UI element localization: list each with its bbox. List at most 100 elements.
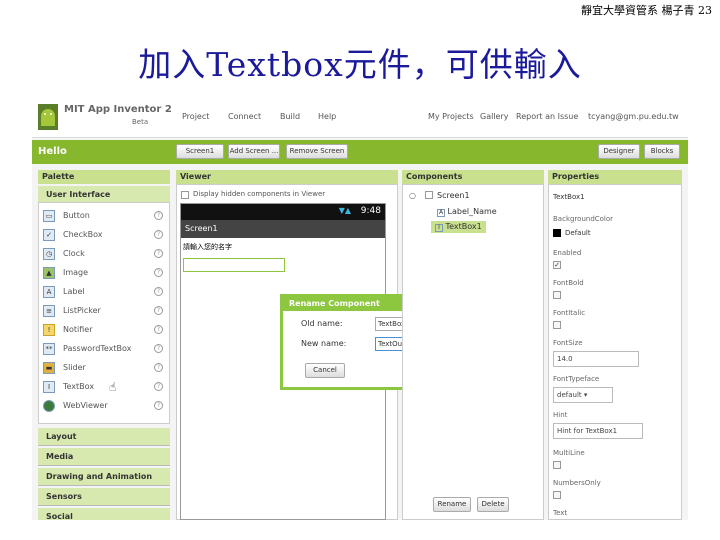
palette-item-label[interactable]: A Label ? <box>39 283 169 302</box>
properties-component-name: TextBox1 <box>553 193 585 201</box>
properties-header: Properties <box>548 170 682 184</box>
prop-multiline-checkbox[interactable] <box>553 461 561 469</box>
designer-button[interactable]: Designer <box>598 144 640 159</box>
viewer-header: Viewer <box>176 170 398 184</box>
prop-background-label: BackgroundColor <box>553 215 614 223</box>
help-icon[interactable]: ? <box>154 401 163 410</box>
label-name-component[interactable]: 請輸入您的名字 <box>183 242 232 252</box>
textbox-icon: I <box>43 381 55 393</box>
android-logo-icon <box>38 104 58 130</box>
app-inventor-screenshot: MIT App Inventor 2 Beta Project Connect … <box>32 98 688 520</box>
prop-typeface-label: FontTypeface <box>553 375 600 383</box>
screen-select-button[interactable]: Screen1 <box>176 144 224 159</box>
prop-fontsize-input[interactable]: 14.0 <box>553 351 639 367</box>
password-icon: ** <box>43 343 55 355</box>
palette-item-label: Notifier <box>63 325 93 334</box>
add-screen-button[interactable]: Add Screen ... <box>228 144 280 159</box>
phone-status-bar: 9:48 ▼▲ <box>181 204 385 220</box>
properties-panel: TextBox1 BackgroundColor Default Enabled… <box>548 184 682 520</box>
palette-section-social[interactable]: Social <box>38 508 170 520</box>
delete-button[interactable]: Delete <box>477 497 509 512</box>
palette-item-notifier[interactable]: ! Notifier ? <box>39 321 169 340</box>
phone-time: 9:48 <box>360 206 381 216</box>
prop-fontitalic-checkbox[interactable] <box>553 321 561 329</box>
menu-gallery[interactable]: Gallery <box>480 112 509 121</box>
tree-item-screen1[interactable]: Screen1 <box>437 191 470 200</box>
palette-item-image[interactable]: ▲ Image ? <box>39 264 169 283</box>
menu-build[interactable]: Build <box>280 112 300 121</box>
help-icon[interactable]: ? <box>154 287 163 296</box>
prop-typeface-select[interactable]: default ▾ <box>553 387 613 403</box>
prop-fontbold-checkbox[interactable] <box>553 291 561 299</box>
components-panel: ○ Screen1 A Label_Name I TextBox1 Rename… <box>402 184 544 520</box>
prop-hint-label: Hint <box>553 411 568 419</box>
button-icon: ▭ <box>43 210 55 222</box>
clock-icon: ◷ <box>43 248 55 260</box>
prop-typeface-value: default <box>557 391 582 399</box>
menu-my-projects[interactable]: My Projects <box>428 112 474 121</box>
palette-item-button[interactable]: ▭ Button ? <box>39 207 169 226</box>
help-icon[interactable]: ? <box>154 306 163 315</box>
tree-item-textbox1[interactable]: I TextBox1 <box>431 221 486 233</box>
tree-item-label-name[interactable]: A Label_Name <box>437 207 497 217</box>
palette-item-label: Button <box>63 211 90 220</box>
prop-enabled-label: Enabled <box>553 249 582 257</box>
palette-section-sensors[interactable]: Sensors <box>38 488 170 506</box>
palette-section-drawing[interactable]: Drawing and Animation <box>38 468 170 486</box>
palette-item-webviewer[interactable]: WebViewer ? <box>39 397 169 416</box>
help-icon[interactable]: ? <box>154 268 163 277</box>
palette-item-label: Image <box>63 268 89 277</box>
help-icon[interactable]: ? <box>154 211 163 220</box>
menu-connect[interactable]: Connect <box>228 112 261 121</box>
palette-item-checkbox[interactable]: ✓ CheckBox ? <box>39 226 169 245</box>
signal-icon: ▼▲ <box>338 206 351 215</box>
palette-item-slider[interactable]: ▬ Slider ? <box>39 359 169 378</box>
slider-icon: ▬ <box>43 362 55 374</box>
project-bar: Hello Screen1 Add Screen ... Remove Scre… <box>32 140 688 164</box>
menu-report-issue[interactable]: Report an Issue <box>516 112 578 121</box>
label-icon: A <box>43 286 55 298</box>
label-tree-icon: A <box>437 209 445 217</box>
help-icon[interactable]: ? <box>154 249 163 258</box>
slide-title: 加入Textbox元件，可供輸入 <box>138 45 582 84</box>
collapse-icon[interactable]: ○ <box>409 191 416 200</box>
palette-section-media[interactable]: Media <box>38 448 170 466</box>
notifier-icon: ! <box>43 324 55 336</box>
textbox-component[interactable] <box>183 258 285 272</box>
prop-text-label: Text <box>553 509 568 517</box>
prop-enabled-checkbox[interactable]: ✓ <box>553 261 561 269</box>
prop-hint-input[interactable]: Hint for TextBox1 <box>553 423 643 439</box>
rename-button[interactable]: Rename <box>433 497 471 512</box>
tree-item-label: Label_Name <box>447 207 497 216</box>
prop-fontbold-label: FontBold <box>553 279 584 287</box>
blocks-button[interactable]: Blocks <box>644 144 680 159</box>
prop-numbers-checkbox[interactable] <box>553 491 561 499</box>
brand-name: MIT App Inventor 2 <box>64 104 172 115</box>
menu-help[interactable]: Help <box>318 112 336 121</box>
palette-item-clock[interactable]: ◷ Clock ? <box>39 245 169 264</box>
prop-fontsize-label: FontSize <box>553 339 583 347</box>
prop-background-value[interactable]: Default <box>565 229 591 237</box>
palette-item-label: Clock <box>63 249 85 258</box>
hidden-components-checkbox[interactable] <box>181 191 189 199</box>
palette-item-passwordtextbox[interactable]: ** PasswordTextBox ? <box>39 340 169 359</box>
project-name: Hello <box>38 146 67 157</box>
menu-project[interactable]: Project <box>182 112 209 121</box>
help-icon[interactable]: ? <box>154 363 163 372</box>
palette-item-textbox[interactable]: I TextBox ☝ ? <box>39 378 169 397</box>
phone-screen-title: Screen1 <box>181 220 385 238</box>
prop-multiline-label: MultiLine <box>553 449 585 457</box>
help-icon[interactable]: ? <box>154 382 163 391</box>
help-icon[interactable]: ? <box>154 325 163 334</box>
palette-item-listpicker[interactable]: ≡ ListPicker ? <box>39 302 169 321</box>
menu-account[interactable]: tcyang@gm.pu.edu.tw <box>588 112 679 121</box>
prop-numbers-label: NumbersOnly <box>553 479 601 487</box>
palette-section-layout[interactable]: Layout <box>38 428 170 446</box>
cancel-button[interactable]: Cancel <box>305 363 345 378</box>
remove-screen-button[interactable]: Remove Screen <box>286 144 348 159</box>
prop-fontitalic-label: FontItalic <box>553 309 586 317</box>
help-icon[interactable]: ? <box>154 230 163 239</box>
help-icon[interactable]: ? <box>154 344 163 353</box>
chevron-down-icon: ▾ <box>583 391 588 399</box>
color-swatch[interactable] <box>553 229 561 237</box>
